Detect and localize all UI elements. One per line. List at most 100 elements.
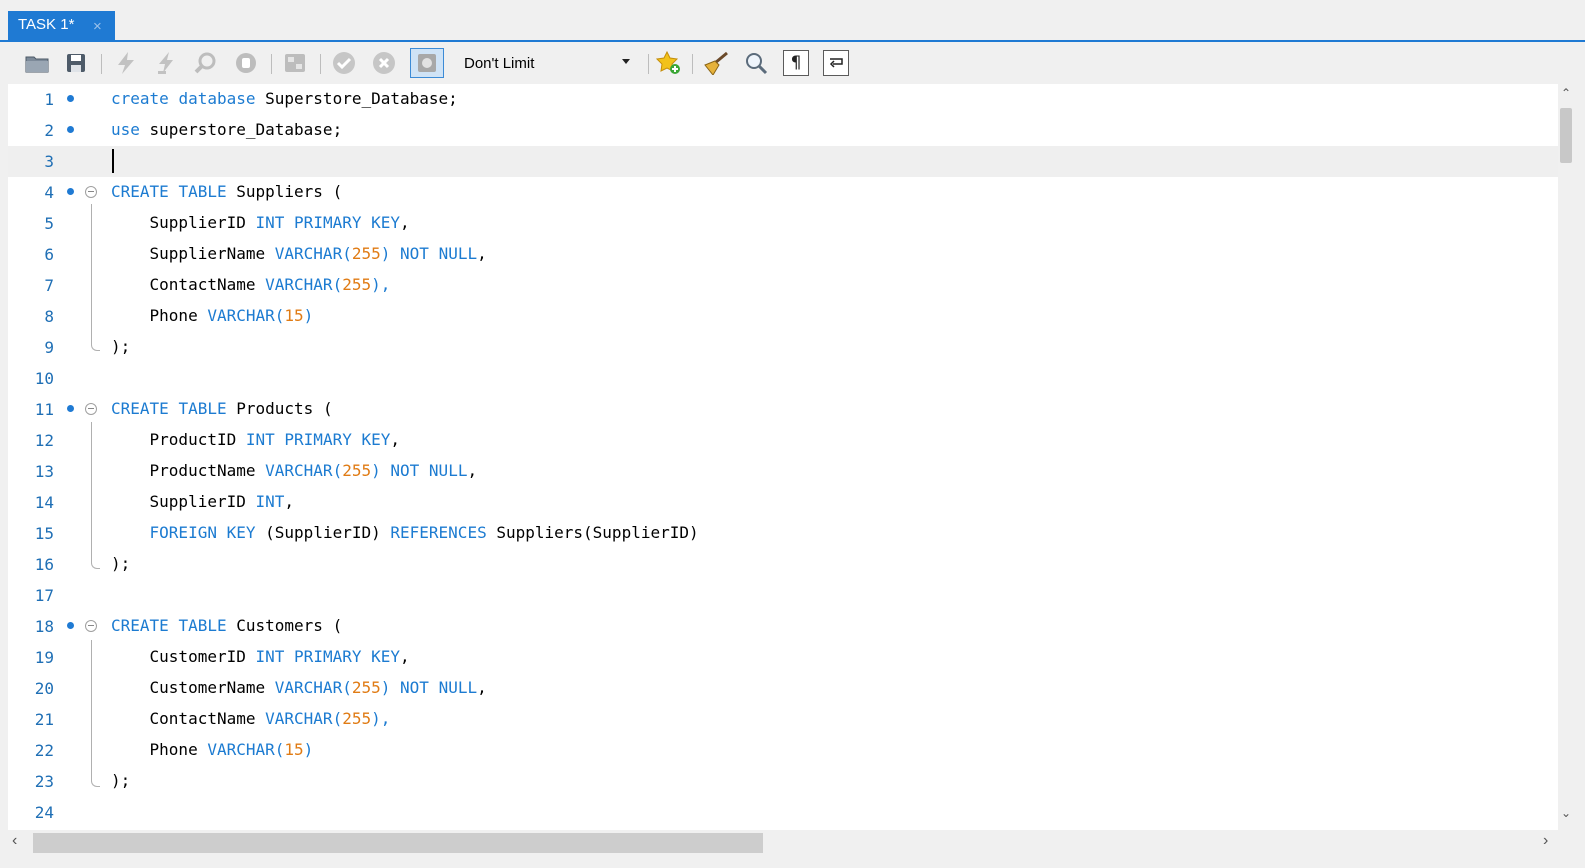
line-number: 17 bbox=[34, 586, 54, 605]
line-number: 2 bbox=[44, 121, 54, 140]
code-line: 5 SupplierID INT PRIMARY KEY, bbox=[8, 208, 1558, 239]
code-line: 8 Phone VARCHAR(15) bbox=[8, 301, 1558, 332]
close-tab-icon[interactable]: × bbox=[93, 18, 102, 35]
find-icon[interactable] bbox=[743, 50, 769, 76]
code-text: CREATE TABLE Suppliers ( bbox=[111, 182, 343, 201]
statement-marker-icon bbox=[67, 95, 74, 102]
code-text: Phone VARCHAR(15) bbox=[111, 740, 314, 759]
line-number: 15 bbox=[34, 524, 54, 543]
statement-marker-icon bbox=[67, 126, 74, 133]
scroll-down-icon[interactable]: ⌄ bbox=[1561, 806, 1571, 820]
toolbar-separator bbox=[692, 54, 693, 74]
statement-marker-icon bbox=[67, 622, 74, 629]
line-number: 18 bbox=[34, 617, 54, 636]
statement-marker-icon bbox=[67, 188, 74, 195]
code-text: ContactName VARCHAR(255), bbox=[111, 709, 391, 728]
code-line: 13 ProductName VARCHAR(255) NOT NULL, bbox=[8, 456, 1558, 487]
code-text: FOREIGN KEY (SupplierID) REFERENCES Supp… bbox=[149, 523, 699, 542]
scroll-left-icon[interactable]: ‹ bbox=[12, 832, 17, 850]
commit-icon[interactable] bbox=[331, 50, 357, 76]
code-line: 16 ); bbox=[8, 549, 1558, 580]
limit-rows-value: Don't Limit bbox=[464, 55, 535, 72]
line-number: 12 bbox=[34, 431, 54, 450]
code-text: ProductName VARCHAR(255) NOT NULL, bbox=[111, 461, 478, 480]
line-number: 1 bbox=[44, 90, 54, 109]
statement-marker-icon bbox=[67, 405, 74, 412]
code-text: Phone VARCHAR(15) bbox=[111, 306, 314, 325]
toolbar-separator bbox=[648, 54, 649, 74]
line-number: 11 bbox=[34, 400, 54, 419]
limit-rows-select[interactable]: Don't Limit bbox=[456, 50, 646, 76]
code-line: 2 use superstore_Database; bbox=[8, 115, 1558, 146]
line-number: 8 bbox=[44, 307, 54, 326]
code-text: ); bbox=[111, 554, 131, 573]
line-number: 16 bbox=[34, 555, 54, 574]
line-number: 10 bbox=[34, 369, 54, 388]
rollback-icon[interactable] bbox=[371, 50, 397, 76]
word-wrap-icon[interactable] bbox=[823, 50, 849, 76]
line-number: 14 bbox=[34, 493, 54, 512]
vertical-scroll-thumb[interactable] bbox=[1560, 108, 1572, 163]
code-line: 23 ); bbox=[8, 766, 1558, 797]
toolbar-separator bbox=[101, 54, 102, 74]
code-text: CustomerID INT PRIMARY KEY, bbox=[111, 647, 410, 666]
invisible-characters-icon[interactable]: ¶ bbox=[783, 50, 809, 76]
code-text: ContactName VARCHAR(255), bbox=[111, 275, 391, 294]
code-text: SupplierID INT PRIMARY KEY, bbox=[111, 213, 410, 232]
autocommit-toggle-icon[interactable] bbox=[410, 48, 444, 78]
add-snippet-star-icon[interactable] bbox=[656, 50, 682, 76]
execute-icon[interactable] bbox=[113, 50, 139, 76]
tab-task1[interactable]: TASK 1* × bbox=[8, 11, 115, 42]
sql-editor[interactable]: 1 create database Superstore_Database; 2… bbox=[8, 84, 1558, 830]
scroll-up-icon[interactable]: ⌃ bbox=[1561, 86, 1571, 100]
toolbar-separator bbox=[320, 54, 321, 74]
line-number: 23 bbox=[34, 772, 54, 791]
code-line: 22 Phone VARCHAR(15) bbox=[8, 735, 1558, 766]
save-icon[interactable] bbox=[63, 50, 89, 76]
scroll-right-icon[interactable]: › bbox=[1543, 832, 1548, 850]
line-number: 19 bbox=[34, 648, 54, 667]
fold-toggle-icon[interactable] bbox=[85, 620, 97, 632]
fold-toggle-icon[interactable] bbox=[85, 186, 97, 198]
line-number: 7 bbox=[44, 276, 54, 295]
open-folder-icon[interactable] bbox=[24, 50, 50, 76]
code-text: CREATE TABLE Products ( bbox=[111, 399, 333, 418]
code-line: 10 bbox=[8, 363, 1558, 394]
code-line: 11 CREATE TABLE Products ( bbox=[8, 394, 1558, 425]
line-number: 21 bbox=[34, 710, 54, 729]
code-text: SupplierID INT, bbox=[111, 492, 295, 511]
beautify-broom-icon[interactable] bbox=[703, 50, 729, 76]
line-number: 22 bbox=[34, 741, 54, 760]
explain-icon[interactable] bbox=[193, 50, 219, 76]
code-text: ProductID INT PRIMARY KEY, bbox=[111, 430, 401, 449]
stop-icon[interactable] bbox=[233, 50, 259, 76]
code-line: 6 SupplierName VARCHAR(255) NOT NULL, bbox=[8, 239, 1558, 270]
code-line: 3 bbox=[8, 146, 1558, 177]
code-line: 9 ); bbox=[8, 332, 1558, 363]
code-line: 17 bbox=[8, 580, 1558, 611]
code-line: 19 CustomerID INT PRIMARY KEY, bbox=[8, 642, 1558, 673]
line-number: 20 bbox=[34, 679, 54, 698]
toolbar-separator bbox=[271, 54, 272, 74]
sql-toolbar: Don't Limit ¶ bbox=[8, 42, 1585, 84]
code-line: 15 FOREIGN KEY (SupplierID) REFERENCES S… bbox=[8, 518, 1558, 549]
line-number: 13 bbox=[34, 462, 54, 481]
execute-current-icon[interactable] bbox=[153, 50, 179, 76]
vertical-scrollbar[interactable] bbox=[1558, 84, 1585, 830]
line-number: 24 bbox=[34, 803, 54, 822]
line-number: 4 bbox=[44, 183, 54, 202]
line-number: 6 bbox=[44, 245, 54, 264]
toggle-output-icon[interactable] bbox=[282, 50, 308, 76]
line-number: 3 bbox=[44, 152, 54, 171]
fold-toggle-icon[interactable] bbox=[85, 403, 97, 415]
horizontal-scroll-thumb[interactable] bbox=[33, 833, 763, 853]
code-line: 20 CustomerName VARCHAR(255) NOT NULL, bbox=[8, 673, 1558, 704]
code-line: 24 bbox=[8, 797, 1558, 828]
code-text: CustomerName VARCHAR(255) NOT NULL, bbox=[111, 678, 487, 697]
line-number: 5 bbox=[44, 214, 54, 233]
code-line: 1 create database Superstore_Database; bbox=[8, 84, 1558, 115]
code-text: ); bbox=[111, 771, 131, 790]
tab-title: TASK 1* bbox=[18, 16, 75, 33]
code-text: use superstore_Database; bbox=[111, 120, 343, 139]
chevron-down-icon bbox=[622, 59, 630, 64]
